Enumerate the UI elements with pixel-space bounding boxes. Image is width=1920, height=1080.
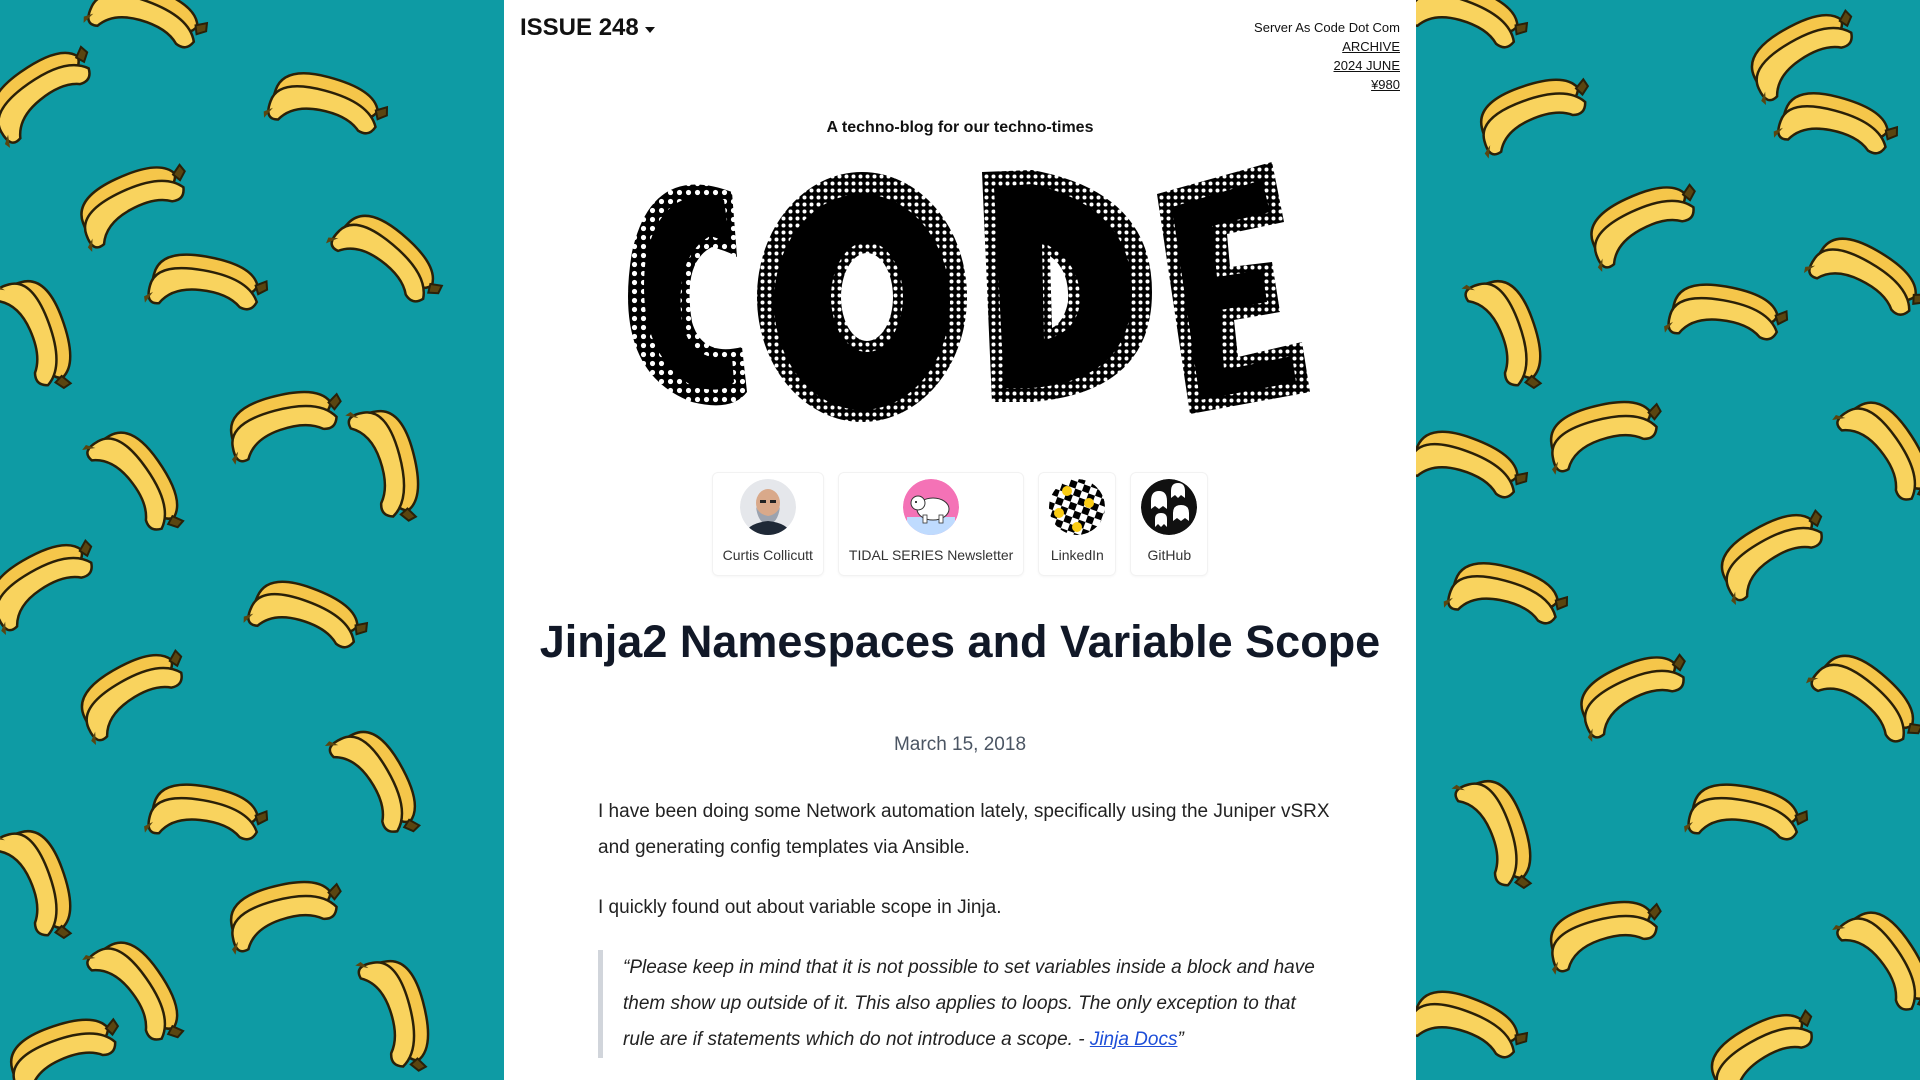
caret-down-icon <box>644 26 655 33</box>
code-logo <box>628 162 1310 422</box>
price-link[interactable]: ¥980 <box>1254 75 1400 94</box>
edition-link[interactable]: 2024 JUNE <box>1254 56 1400 75</box>
link-label: Curtis Collicutt <box>722 547 813 563</box>
jinja-docs-link[interactable]: Jinja Docs <box>1090 1029 1178 1050</box>
link-card-curtis[interactable]: Curtis Collicutt <box>711 472 824 576</box>
masthead-meta: Server As Code Dot Com ARCHIVE 2024 JUNE… <box>1254 18 1400 94</box>
tagline: A techno-blog for our techno-times <box>826 119 1094 136</box>
link-label: GitHub <box>1147 547 1192 563</box>
link-card-github[interactable]: GitHub <box>1130 472 1209 576</box>
article-date: March 15, 2018 <box>893 734 1027 755</box>
blockquote: “Please keep in mind that it is not poss… <box>598 950 1332 1058</box>
logo-letter-d <box>982 170 1152 402</box>
logo-letter-c <box>628 184 747 406</box>
avatar-photo <box>739 479 796 535</box>
link-label: LinkedIn <box>1050 547 1104 563</box>
quote-close-mark: ” <box>1177 1029 1184 1050</box>
site-name: Server As Code Dot Com <box>1254 20 1400 35</box>
link-card-tidal[interactable]: TIDAL SERIES Newsletter <box>837 472 1025 576</box>
bear-icon <box>903 479 960 535</box>
link-card-linkedin[interactable]: LinkedIn <box>1038 472 1117 576</box>
article-title: Jinja2 Namespaces and Variable Scope <box>539 616 1381 667</box>
quote-text: Please keep in mind that it is not possi… <box>623 957 1315 1050</box>
page-content: ISSUE 248 Server As Code Dot Com ARCHIVE… <box>504 0 1416 1080</box>
issue-dropdown[interactable]: ISSUE 248 <box>520 14 655 42</box>
checker-smiley-icon <box>1049 479 1106 535</box>
profile-links: Curtis Collicutt TIDAL SERIES Newsletter <box>504 472 1416 576</box>
paragraph: I have been doing some Network automatio… <box>598 801 1330 858</box>
ghost-pattern-icon <box>1141 479 1198 535</box>
paragraph: I quickly found out about variable scope… <box>598 897 1002 918</box>
logo-letter-o <box>757 172 967 422</box>
article-body: I have been doing some Network automatio… <box>598 794 1332 1058</box>
archive-link[interactable]: ARCHIVE <box>1254 37 1400 56</box>
issue-label: ISSUE 248 <box>520 14 639 41</box>
link-label: TIDAL SERIES Newsletter <box>848 547 1014 563</box>
logo-letter-e <box>1157 162 1310 414</box>
